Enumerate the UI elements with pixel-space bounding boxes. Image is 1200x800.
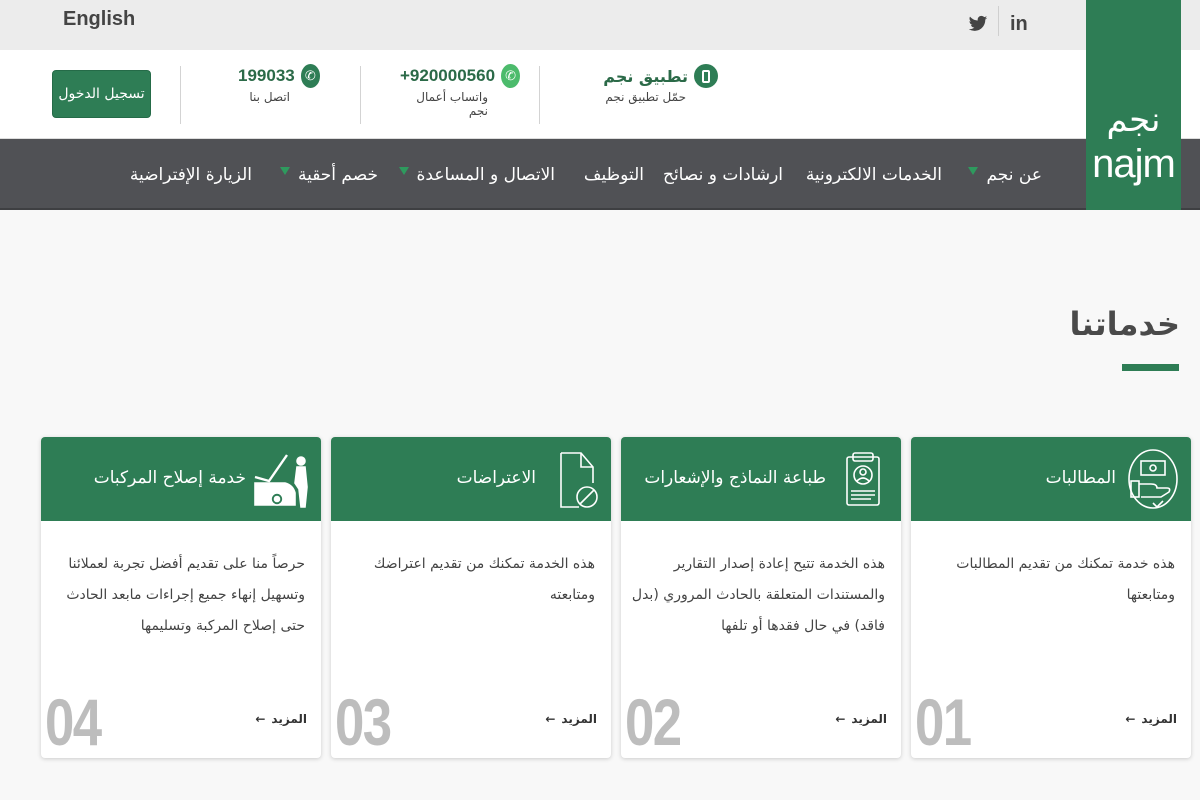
chevron-down-icon — [279, 166, 290, 175]
nav-item-contact-help[interactable]: الاتصال و المساعدة — [398, 139, 556, 210]
arrow-left-icon: ← — [255, 712, 266, 726]
app-title: تطبيق نجم — [603, 66, 688, 86]
card-header: طباعة النماذج والإشعارات — [621, 437, 901, 521]
more-link[interactable]: المزيد ← — [255, 712, 307, 726]
card-header: الاعتراضات — [331, 437, 611, 521]
social-divider — [998, 6, 999, 36]
whatsapp-label: واتساب أعمال نجم — [416, 90, 488, 118]
whatsapp-icon: ✆ — [501, 64, 520, 88]
service-card-claims[interactable]: المطالبات هذه خدمة تمكنك من تقديم المطال… — [911, 437, 1191, 758]
card-number: 04 — [45, 685, 102, 758]
header-divider — [360, 66, 361, 124]
nav-item-virtual-visit[interactable]: الزيارة الإفتراضية — [130, 139, 252, 210]
card-header: خدمة إصلاح المركبات — [41, 437, 321, 521]
card-title: طباعة النماذج والإشعارات — [644, 468, 826, 488]
whatsapp-number: +920000560 — [400, 66, 496, 85]
linkedin-link[interactable]: in — [1010, 10, 1028, 38]
logo-arabic-text: نجم — [1106, 100, 1161, 140]
more-link[interactable]: المزيد ← — [835, 712, 887, 726]
title-underline — [1122, 364, 1179, 371]
nav-label: التوظيف — [583, 164, 644, 185]
arrow-left-icon: ← — [1125, 712, 1136, 726]
more-link[interactable]: المزيد ← — [1125, 712, 1177, 726]
nav-item-e-services[interactable]: الخدمات الالكترونية — [806, 139, 942, 210]
app-subtitle: حمّل تطبيق نجم — [605, 90, 686, 104]
card-number: 01 — [915, 685, 972, 758]
nav-label: الزيارة الإفتراضية — [129, 164, 252, 185]
more-label: المزيد — [561, 712, 597, 726]
arrow-left-icon: ← — [545, 712, 556, 726]
nav-item-careers[interactable]: التوظيف — [584, 139, 644, 210]
logo-english-text: najm — [1092, 142, 1176, 186]
card-description: هذه خدمة تمكنك من تقديم المطالبات ومتابع… — [956, 556, 1175, 603]
nav-label: ارشادات و نصائح — [662, 164, 783, 185]
call-label: اتصل بنا — [249, 90, 290, 104]
top-bar: English in — [0, 0, 1200, 50]
service-card-objections[interactable]: الاعتراضات هذه الخدمة تمكنك من تقديم اعت… — [331, 437, 611, 758]
nav-item-eligibility-discount[interactable]: خصم أحقية — [279, 139, 378, 210]
card-description: حرصاً منا على تقديم أفضل تجربة لعملائنا … — [66, 556, 305, 634]
service-card-print-forms[interactable]: طباعة النماذج والإشعارات هذه الخدمة تتيح… — [621, 437, 901, 758]
nav-label: خصم أحقية — [297, 164, 378, 185]
card-description: هذه الخدمة تمكنك من تقديم اعتراضك ومتابع… — [373, 556, 595, 603]
call-us-contact[interactable]: ✆ 199033 اتصل بنا — [238, 64, 320, 104]
chevron-down-icon — [968, 166, 979, 175]
login-button[interactable]: تسجيل الدخول — [52, 70, 151, 118]
header: تسجيل الدخول ✆ 199033 اتصل بنا ✆ +920000… — [0, 50, 1200, 139]
language-switch-link[interactable]: English — [63, 8, 135, 31]
nav-label: عن نجم — [986, 164, 1042, 185]
more-link[interactable]: المزيد ← — [545, 712, 597, 726]
app-download-contact[interactable]: تطبيق نجم حمّل تطبيق نجم — [600, 64, 718, 104]
card-number: 02 — [625, 685, 682, 758]
whatsapp-contact[interactable]: ✆ +920000560 واتساب أعمال نجم — [400, 64, 520, 118]
objection-document-icon — [560, 452, 598, 508]
phone-icon: ✆ — [300, 64, 320, 88]
more-label: المزيد — [851, 712, 887, 726]
card-number: 03 — [335, 685, 392, 758]
claims-money-hand-icon — [1128, 449, 1178, 509]
nav-item-tips[interactable]: ارشادات و نصائح — [663, 139, 783, 210]
more-label: المزيد — [1141, 712, 1177, 726]
card-title: خدمة إصلاح المركبات — [93, 468, 246, 488]
mobile-app-icon — [694, 64, 718, 88]
car-repair-mechanic-icon — [254, 454, 308, 508]
twitter-icon — [968, 15, 988, 31]
more-label: المزيد — [271, 712, 307, 726]
nav-label: الخدمات الالكترونية — [805, 164, 942, 185]
header-divider — [539, 66, 540, 124]
card-description: هذه الخدمة تتيح إعادة إصدار التقارير وال… — [631, 556, 885, 634]
header-divider — [180, 66, 181, 124]
card-title: المطالبات — [1045, 468, 1116, 488]
chevron-down-icon — [398, 166, 409, 175]
najm-logo[interactable]: نجم najm — [1086, 0, 1181, 210]
linkedin-icon: in — [1010, 12, 1028, 35]
call-number: 199033 — [238, 66, 295, 85]
service-card-vehicle-repair[interactable]: خدمة إصلاح المركبات حرصاً منا على تقديم … — [41, 437, 321, 758]
services-section-title: خدماتنا — [1069, 305, 1180, 343]
main-navigation: عن نجم الخدمات الالكترونية ارشادات و نصا… — [0, 139, 1200, 210]
twitter-link[interactable] — [968, 10, 988, 38]
card-header: المطالبات — [911, 437, 1191, 521]
nav-item-about[interactable]: عن نجم — [968, 139, 1042, 210]
nav-label: الاتصال و المساعدة — [416, 164, 556, 185]
clipboard-form-icon — [846, 452, 880, 506]
card-title: الاعتراضات — [456, 468, 536, 488]
arrow-left-icon: ← — [835, 712, 846, 726]
